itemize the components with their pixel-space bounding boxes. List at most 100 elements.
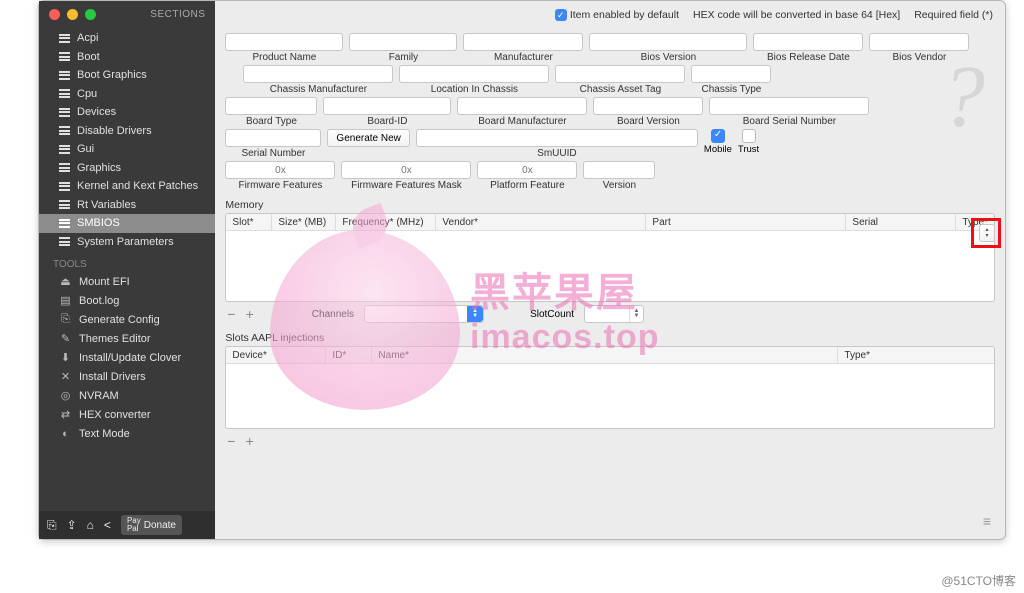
list-icon <box>59 237 70 246</box>
sidebar-item-boot-graphics[interactable]: Boot Graphics <box>39 66 215 85</box>
sidebar-item-smbios[interactable]: SMBIOS <box>39 214 215 233</box>
memory-col-frequency-mhz-[interactable]: Frequency* (MHz) <box>336 214 436 230</box>
memory-col-slot-[interactable]: Slot* <box>226 214 272 230</box>
smuuid-input[interactable] <box>416 129 698 147</box>
board-id-input[interactable] <box>323 97 451 115</box>
app-window: SECTIONS AcpiBootBoot GraphicsCpuDevices… <box>38 0 1006 540</box>
content: Product NameFamilyManufacturerBios Versi… <box>215 29 1005 539</box>
slotcount-stepper[interactable]: ▲▼ <box>584 305 644 323</box>
serial-number-input[interactable] <box>225 129 321 147</box>
slots-section: Slots AAPL injections Device*ID*Name*Typ… <box>225 332 995 451</box>
board-type-input[interactable] <box>225 97 317 115</box>
list-icon <box>59 126 70 135</box>
slots-col-type-[interactable]: Type* <box>838 347 994 363</box>
slots-col-name-[interactable]: Name* <box>372 347 838 363</box>
chassis-type-input[interactable] <box>691 65 771 83</box>
board-manufacturer-input[interactable] <box>457 97 587 115</box>
smbios-model-stepper[interactable]: ▴▾ <box>979 224 995 242</box>
memory-remove-button[interactable]: − <box>225 304 237 324</box>
bios-release-date-input[interactable] <box>753 33 863 51</box>
slots-add-button[interactable]: + <box>244 431 256 451</box>
tools-header: TOOLS <box>39 251 215 272</box>
tool-icon: ⬇ <box>59 351 72 364</box>
donate-button[interactable]: PayPal Donate <box>121 515 182 535</box>
trust-checkbox[interactable]: Trust <box>738 129 759 155</box>
chassis-asset-tag-input[interactable] <box>555 65 685 83</box>
home-icon[interactable]: ⌂ <box>87 518 94 532</box>
sidebar: SECTIONS AcpiBootBoot GraphicsCpuDevices… <box>39 1 215 539</box>
hex-hint: HEX code will be converted in base 64 [H… <box>693 9 900 21</box>
sidebar-item-rt-variables[interactable]: Rt Variables <box>39 196 215 215</box>
zoom-icon[interactable] <box>85 9 96 20</box>
tool-icon: ◎ <box>59 389 72 402</box>
family-input[interactable] <box>349 33 457 51</box>
tool-icon: ✎ <box>59 332 72 345</box>
memory-table[interactable]: Slot*Size* (MB)Frequency* (MHz)Vendor*Pa… <box>225 213 995 302</box>
mobile-checkbox[interactable]: Mobile <box>704 129 732 155</box>
required-hint: Required field (*) <box>914 9 993 21</box>
sidebar-item-gui[interactable]: Gui <box>39 140 215 159</box>
slots-col-id-[interactable]: ID* <box>326 347 372 363</box>
sidebar-bottom: ⎘ ⇪ ⌂ < PayPal Donate <box>39 511 215 539</box>
bios-vendor-input[interactable] <box>869 33 969 51</box>
board-serial-number-input[interactable] <box>709 97 869 115</box>
tool-item-install-update-clover[interactable]: ⬇Install/Update Clover <box>39 348 215 367</box>
product-name-input[interactable] <box>225 33 343 51</box>
close-icon[interactable] <box>49 9 60 20</box>
sidebar-item-acpi[interactable]: Acpi <box>39 29 215 48</box>
tool-item-install-drivers[interactable]: ✕Install Drivers <box>39 367 215 386</box>
sidebar-item-graphics[interactable]: Graphics <box>39 159 215 178</box>
list-icon <box>59 89 70 98</box>
tool-icon: ⏏ <box>59 275 72 288</box>
list-icon <box>59 71 70 80</box>
export-icon[interactable]: ⎘ <box>47 518 57 533</box>
memory-col-size-mb-[interactable]: Size* (MB) <box>272 214 336 230</box>
tool-item-nvram[interactable]: ◎NVRAM <box>39 386 215 405</box>
sidebar-item-kernel-and-kext-patches[interactable]: Kernel and Kext Patches <box>39 177 215 196</box>
board-version-input[interactable] <box>593 97 703 115</box>
sidebar-item-cpu[interactable]: Cpu <box>39 85 215 104</box>
channels-select[interactable]: ▲▼ <box>364 305 484 323</box>
memory-col-part[interactable]: Part <box>646 214 846 230</box>
slots-col-device-[interactable]: Device* <box>226 347 326 363</box>
tool-icon: ▤ <box>59 294 72 307</box>
top-bar: ✓Item enabled by default HEX code will b… <box>215 1 1005 29</box>
list-icon <box>59 34 70 43</box>
slots-table[interactable]: Device*ID*Name*Type* <box>225 346 995 429</box>
tool-item-boot-log[interactable]: ▤Boot.log <box>39 291 215 310</box>
import-icon[interactable]: ⇪ <box>67 518 77 532</box>
version-input[interactable] <box>583 161 655 179</box>
chevron-updown-icon: ▲▼ <box>467 306 483 322</box>
tool-item-text-mode[interactable]: ◐Text Mode <box>39 424 215 443</box>
chassis-manufacturer-input[interactable] <box>243 65 393 83</box>
platform-feature-input[interactable] <box>477 161 577 179</box>
memory-col-vendor-[interactable]: Vendor* <box>436 214 646 230</box>
manufacturer-input[interactable] <box>463 33 583 51</box>
menu-icon[interactable]: ≡ <box>983 513 991 529</box>
tool-item-hex-converter[interactable]: ⇄HEX converter <box>39 405 215 424</box>
sidebar-item-boot[interactable]: Boot <box>39 48 215 67</box>
sidebar-item-system-parameters[interactable]: System Parameters <box>39 233 215 252</box>
list-icon <box>59 200 70 209</box>
firmware-features-mask-input[interactable] <box>341 161 471 179</box>
memory-col-serial[interactable]: Serial <box>846 214 956 230</box>
sidebar-item-disable-drivers[interactable]: Disable Drivers <box>39 122 215 141</box>
tool-item-generate-config[interactable]: ⎘Generate Config <box>39 310 215 329</box>
bios-version-input[interactable] <box>589 33 747 51</box>
location-in-chassis-input[interactable] <box>399 65 549 83</box>
slots-remove-button[interactable]: − <box>225 431 237 451</box>
list-icon <box>59 52 70 61</box>
slots-title: Slots AAPL injections <box>225 332 995 344</box>
credit-text: @51CTO博客 <box>941 572 1016 589</box>
list-icon <box>59 145 70 154</box>
sidebar-item-devices[interactable]: Devices <box>39 103 215 122</box>
tool-item-themes-editor[interactable]: ✎Themes Editor <box>39 329 215 348</box>
generate-new-button[interactable]: Generate New <box>327 129 409 147</box>
memory-section: Memory Slot*Size* (MB)Frequency* (MHz)Ve… <box>225 199 995 324</box>
share-icon[interactable]: < <box>104 518 111 532</box>
list-icon <box>59 182 70 191</box>
tool-item-mount-efi[interactable]: ⏏Mount EFI <box>39 272 215 291</box>
firmware-features-input[interactable] <box>225 161 335 179</box>
minimize-icon[interactable] <box>67 9 78 20</box>
memory-add-button[interactable]: + <box>244 304 256 324</box>
